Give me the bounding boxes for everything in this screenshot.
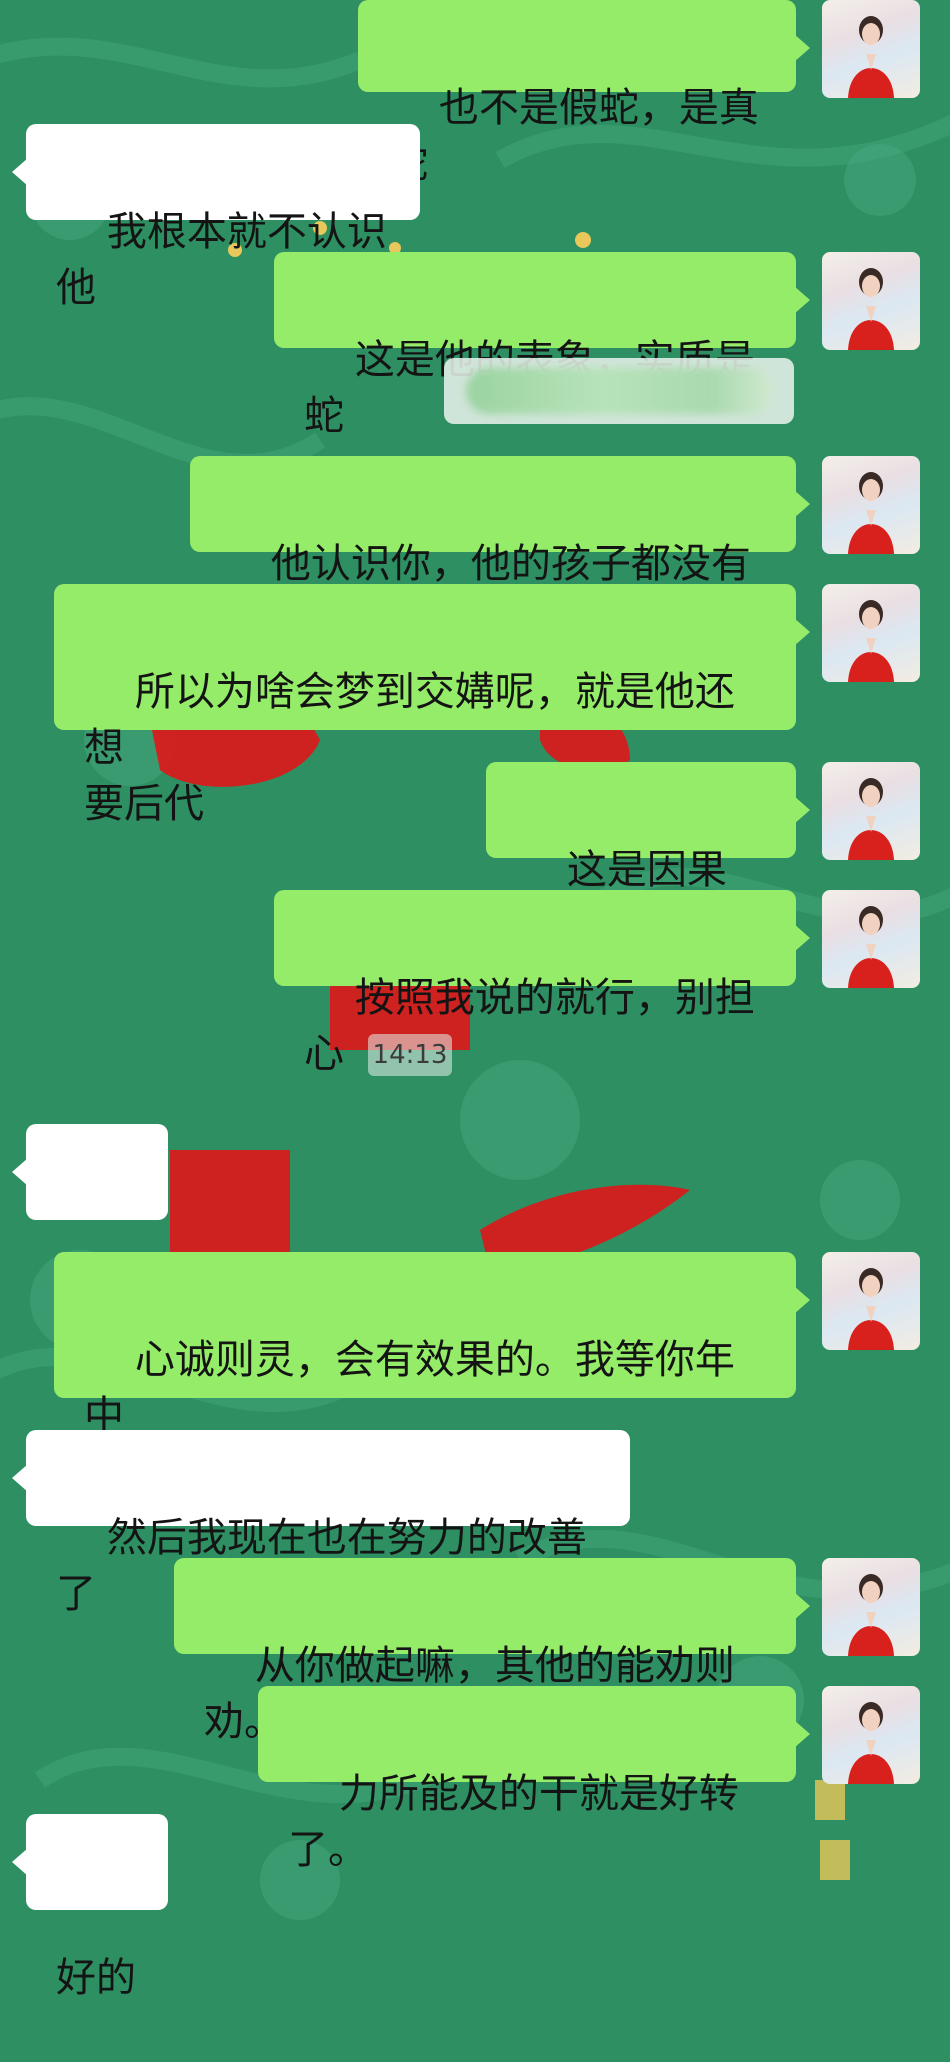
chat-bubble-incoming[interactable]: 我根本就不认识他 (12, 124, 420, 311)
chat-bubble-outgoing[interactable]: 也不是假蛇，是真蛇 (358, 0, 810, 187)
contact-avatar[interactable] (822, 762, 920, 860)
chat-bubble-outgoing[interactable]: 力所能及的干就是好转了。 (258, 1686, 810, 1873)
message-timestamp: 14:13 (368, 1034, 452, 1076)
contact-avatar[interactable] (822, 1558, 920, 1656)
chat-message-list[interactable]: 也不是假蛇，是真蛇 我根本就不认识他 这是他的表象，实质是蛇 他认识你，他的孩子… (0, 0, 950, 2001)
message-text: 好的 (56, 1955, 136, 2001)
contact-avatar[interactable] (822, 456, 920, 554)
chat-bubble-outgoing[interactable]: 心诚则灵，会有效果的。我等你年中 给我反馈哈。 (54, 1252, 810, 1495)
message-text: 力所能及的干就是好转了。 (288, 1771, 739, 1873)
contact-avatar[interactable] (822, 1686, 920, 1784)
chat-bubble-outgoing[interactable]: 这是他的表象，实质是蛇 (274, 252, 810, 439)
contact-avatar[interactable] (822, 584, 920, 682)
chat-bubble-outgoing[interactable]: 按照我说的就行，别担心 (274, 890, 810, 1077)
message-text: 也不是假蛇，是真蛇 (388, 85, 759, 187)
contact-avatar[interactable] (822, 1252, 920, 1350)
chat-bubble-outgoing[interactable]: 他认识你，他的孩子都没有了 (190, 456, 810, 643)
chat-bubble-outgoing[interactable]: 从你做起嘛，其他的能劝则劝。 (174, 1558, 810, 1745)
chat-bubble-incoming[interactable]: 好的 (12, 1124, 168, 1311)
chat-bubble-incoming[interactable]: 好的 (12, 1814, 168, 2001)
redacted-message (444, 358, 794, 424)
contact-avatar[interactable] (822, 0, 920, 98)
chat-bubble-outgoing[interactable]: 所以为啥会梦到交媾呢，就是他还想 要后代 (54, 584, 810, 827)
contact-avatar[interactable] (822, 252, 920, 350)
contact-avatar[interactable] (822, 890, 920, 988)
chat-bubble-outgoing[interactable]: 这是因果关系 (486, 762, 810, 949)
chat-bubble-incoming[interactable]: 然后我现在也在努力的改善了 (12, 1430, 630, 1617)
